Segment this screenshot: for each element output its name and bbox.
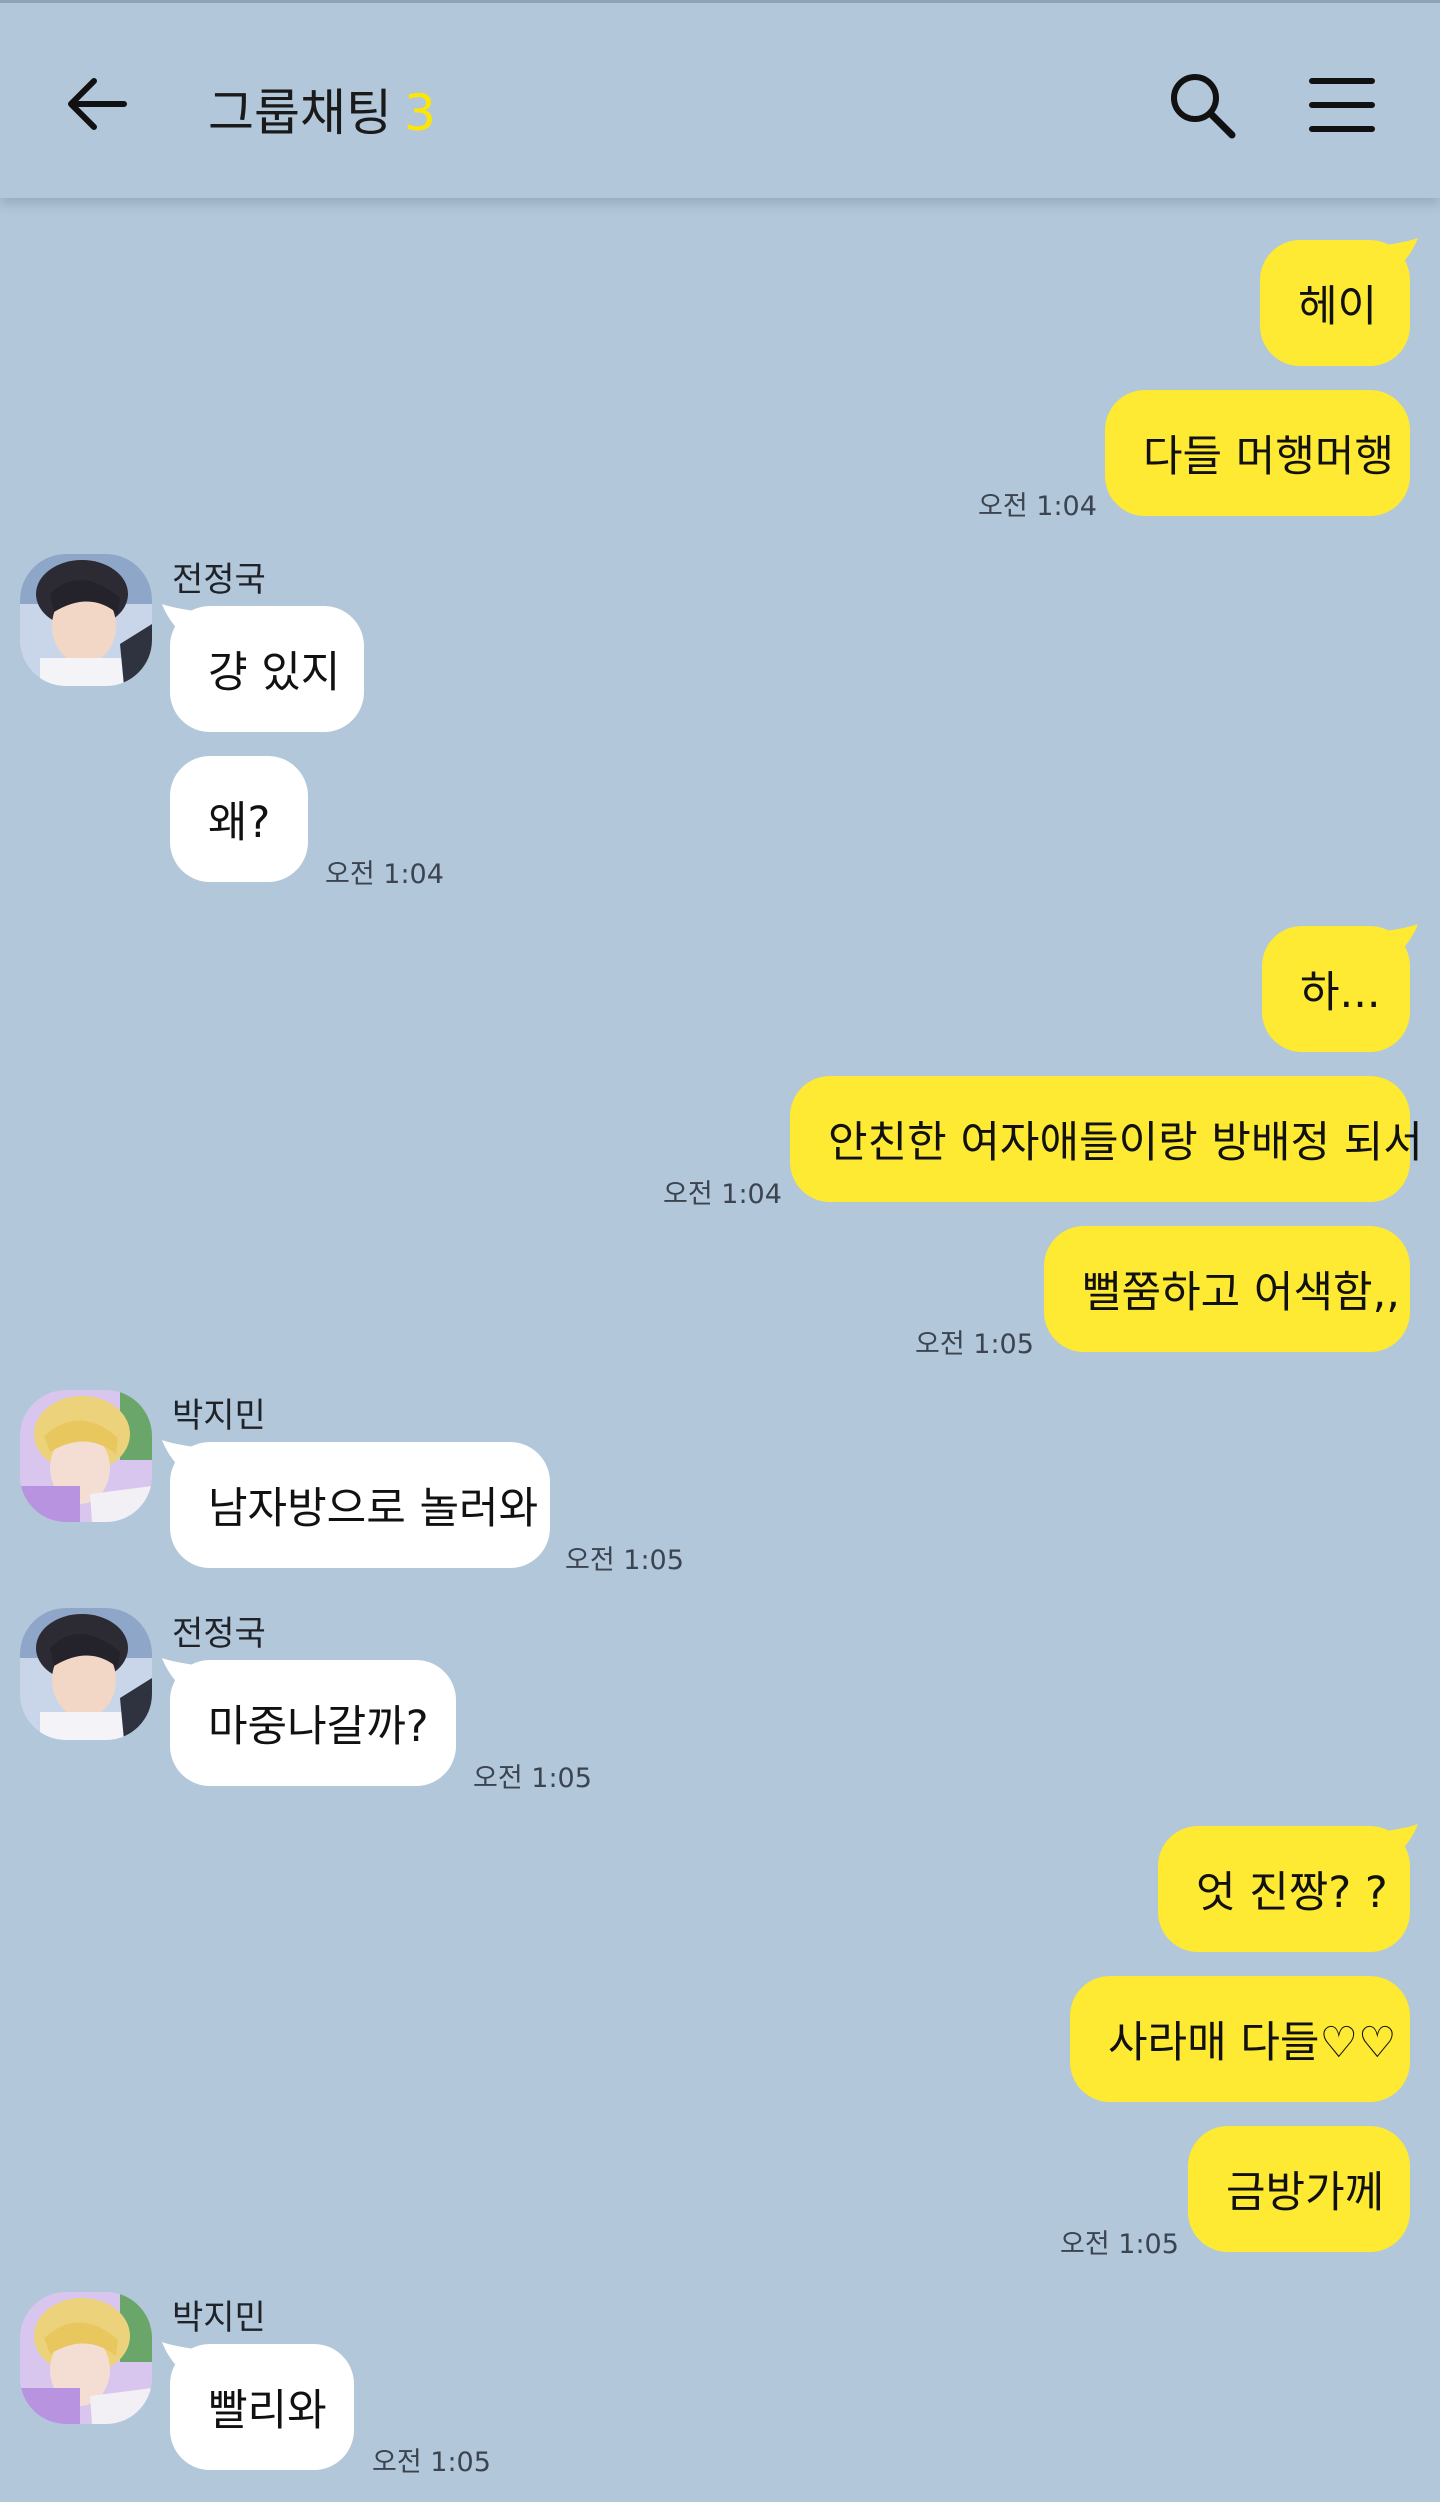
chat-area[interactable]: 헤이 다들 머행머행 오전 1:04 전정국 걍 있지 왜? 오전 1:04 하… (0, 0, 1440, 2502)
search-icon (1171, 74, 1236, 139)
their-message-bubble[interactable]: 남자방으로 놀러와 (170, 1442, 550, 1568)
message-time: 오전 1:05 (372, 2447, 491, 2478)
message-time: 오전 1:05 (473, 1763, 592, 1794)
hamburger-menu-icon (1309, 78, 1375, 132)
chat-title-text: 그룹채팅 (208, 84, 392, 142)
sender-name: 박지민 (172, 1396, 266, 1436)
my-message-bubble[interactable]: 엇 진짱? ? (1158, 1826, 1410, 1952)
back-button[interactable] (62, 69, 132, 139)
bubble-tail (1378, 238, 1418, 268)
message-time: 오전 1:05 (915, 1329, 1034, 1360)
message-time: 오전 1:05 (1060, 2229, 1179, 2260)
avatar-jungkook[interactable] (20, 1608, 152, 1740)
bubble-tail (162, 604, 202, 634)
sender-name: 전정국 (172, 1614, 266, 1654)
message-time: 오전 1:04 (663, 1179, 782, 1210)
avatar-jungkook[interactable] (20, 554, 152, 686)
their-message-bubble[interactable]: 왜? (170, 756, 308, 882)
member-count: 3 (404, 84, 436, 142)
my-message-bubble[interactable]: 다들 머행머행 (1105, 390, 1410, 516)
my-message-bubble[interactable]: 사라매 다들♡♡ (1070, 1976, 1410, 2102)
search-button[interactable] (1166, 69, 1238, 141)
avatar-jimin[interactable] (20, 1390, 152, 1522)
their-message-bubble[interactable]: 마중나갈까? (170, 1660, 456, 1786)
message-time: 오전 1:05 (565, 1545, 684, 1576)
chat-header: 그룹채팅 3 (0, 0, 1440, 198)
my-message-bubble[interactable]: 뻘쭘하고 어색함,, (1044, 1226, 1410, 1352)
bubble-tail (1378, 1824, 1418, 1854)
message-time: 오전 1:04 (325, 859, 444, 890)
bubble-tail (162, 2342, 202, 2372)
chat-title: 그룹채팅 3 (208, 73, 436, 145)
bubble-tail (1378, 924, 1418, 954)
message-time: 오전 1:04 (978, 491, 1097, 522)
menu-button[interactable] (1308, 71, 1376, 139)
arrow-left-icon (68, 78, 127, 130)
sender-name: 박지민 (172, 2298, 266, 2338)
bubble-tail (162, 1440, 202, 1470)
my-message-bubble[interactable]: 안친한 여자애들이랑 방배정 되서 (790, 1076, 1423, 1202)
avatar-jimin[interactable] (20, 2292, 152, 2424)
sender-name: 전정국 (172, 560, 266, 600)
bubble-tail (162, 1658, 202, 1688)
my-message-bubble[interactable]: 금방가께 (1188, 2126, 1410, 2252)
